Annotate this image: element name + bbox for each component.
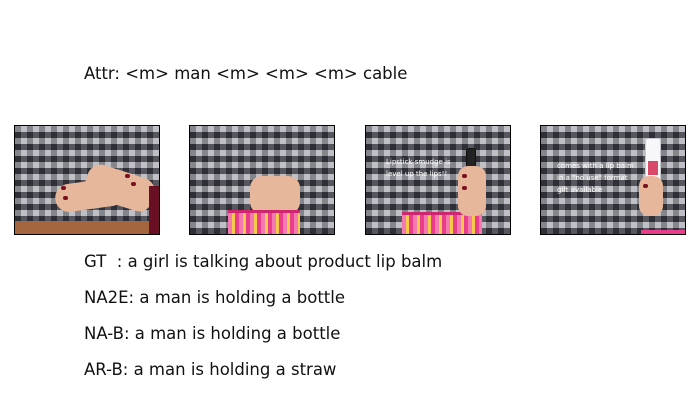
ar-b-caption: AR-B: a man is holding a straw <box>84 360 337 379</box>
frame-4-caption: comes with a lip balm in a "no use" form… <box>557 162 634 194</box>
nail <box>61 186 66 190</box>
video-frame-4: comes with a lip balm in a "no use" form… <box>540 125 686 235</box>
pink-pouch-edge <box>641 230 685 234</box>
frame-3-caption: Lipstick smudge is level up the lips!! <box>386 158 451 178</box>
nail <box>125 174 130 178</box>
attribute-line: Attr: <m> man <m> <m> <m> cable <box>84 64 408 83</box>
video-frame-2 <box>189 125 335 235</box>
tube-label <box>648 161 658 175</box>
nail <box>63 196 68 200</box>
nail <box>462 186 467 190</box>
na-b-caption: NA-B: a man is holding a bottle <box>84 324 341 343</box>
hand <box>250 176 300 214</box>
nail <box>462 174 467 178</box>
hand <box>639 176 663 216</box>
nail <box>643 184 648 188</box>
video-frame-3: Lipstick smudge is level up the lips!! <box>365 125 511 235</box>
frame-edge-accent <box>149 186 159 234</box>
arm-bottom <box>15 221 159 234</box>
video-frame-1 <box>14 125 160 235</box>
ground-truth-caption: GT : a girl is talking about product lip… <box>84 252 443 271</box>
nail <box>131 182 136 186</box>
pink-pouch <box>228 210 300 234</box>
na2e-caption: NA2E: a man is holding a bottle <box>84 288 345 307</box>
